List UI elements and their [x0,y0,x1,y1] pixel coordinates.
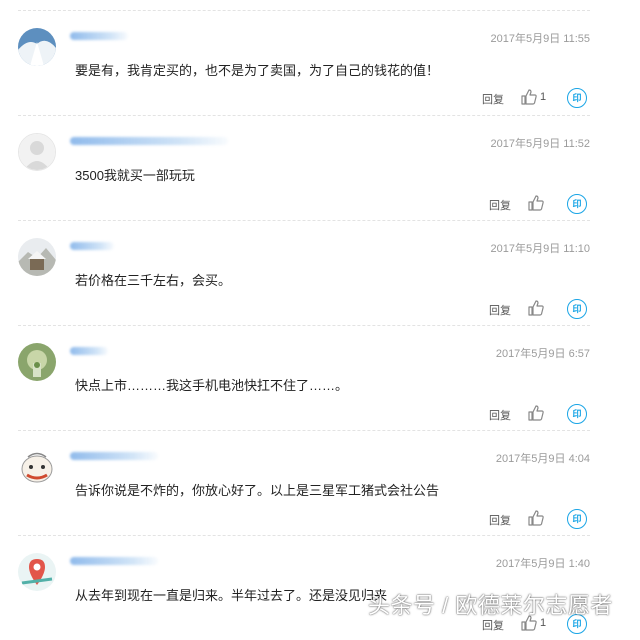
share-icon[interactable]: 印 [567,194,587,214]
share-icon[interactable]: 印 [567,404,587,424]
share-icon[interactable]: 印 [567,299,587,319]
thumbs-up-icon[interactable] [527,299,545,317]
username-blurred[interactable] [70,32,128,40]
user-avatar[interactable] [18,553,56,591]
username-blurred[interactable] [70,137,228,145]
comment-actions: 回复 1 印 [0,88,590,108]
comment-timestamp: 2017年5月9日 4:04 [495,453,590,465]
comment-item: 2017年5月9日 11:52 3500我就买一部玩玩 回复 印 [0,115,590,220]
username-blurred[interactable] [70,452,158,460]
username-blurred[interactable] [70,242,114,250]
share-icon[interactable]: 印 [567,88,587,108]
comment-text: 告诉你说是不炸的，你放心好了。以上是三星军工猪式会社公告 [75,483,440,498]
thumbs-up-icon[interactable] [527,404,545,422]
share-icon[interactable]: 印 [567,509,587,529]
user-avatar[interactable] [18,133,56,171]
comment-actions: 回复 印 [0,509,590,529]
reply-button[interactable]: 回复 [489,302,511,318]
comment-item: 2017年5月9日 11:55 要是有，我肯定买的，也不是为了卖国，为了自己的钱… [0,10,590,115]
watermark: 头条号 / 欧德莱尔志愿者 [368,593,613,618]
reply-button[interactable]: 回复 [489,197,511,213]
thumbs-up-icon[interactable] [527,194,545,212]
divider [18,10,590,11]
comment-timestamp: 2017年5月9日 11:55 [490,33,590,45]
divider [18,220,590,221]
comment-actions: 回复 印 [0,194,590,214]
divider [18,430,590,431]
user-avatar[interactable] [18,28,56,66]
comment-item: 2017年5月9日 11:10 若价格在三千左右，会买。 回复 印 [0,220,590,325]
reply-button[interactable]: 回复 [482,91,504,107]
divider [18,535,590,536]
comment-actions: 回复 印 [0,404,590,424]
comment-text: 从去年到现在一直是归来。半年过去了。还是没见归来 [75,588,388,603]
comment-text: 要是有，我肯定买的，也不是为了卖国，为了自己的钱花的值！ [75,63,440,78]
comment-timestamp: 2017年5月9日 11:10 [490,243,590,255]
like-count: 1 [540,91,547,103]
comment-item: 2017年5月9日 6:57 快点上市………我这手机电池快扛不住了……。 回复 … [0,325,590,430]
comment-actions: 回复 印 [0,299,590,319]
user-avatar[interactable] [18,448,56,486]
comment-text: 3500我就买一部玩玩 [75,168,195,183]
user-avatar[interactable] [18,238,56,276]
thumbs-up-icon[interactable] [527,509,545,527]
username-blurred[interactable] [70,557,158,565]
comment-timestamp: 2017年5月9日 1:40 [495,558,590,570]
comment-item: 2017年5月9日 4:04 告诉你说是不炸的，你放心好了。以上是三星军工猪式会… [0,430,590,535]
comment-timestamp: 2017年5月9日 6:57 [495,348,590,360]
comment-text: 若价格在三千左右，会买。 [75,273,232,288]
divider [18,325,590,326]
reply-button[interactable]: 回复 [489,512,511,528]
reply-button[interactable]: 回复 [489,407,511,423]
divider [18,115,590,116]
comment-text: 快点上市………我这手机电池快扛不住了……。 [75,378,349,393]
thumbs-up-icon[interactable] [520,88,538,106]
comment-timestamp: 2017年5月9日 11:52 [490,138,590,150]
user-avatar[interactable] [18,343,56,381]
username-blurred[interactable] [70,347,108,355]
